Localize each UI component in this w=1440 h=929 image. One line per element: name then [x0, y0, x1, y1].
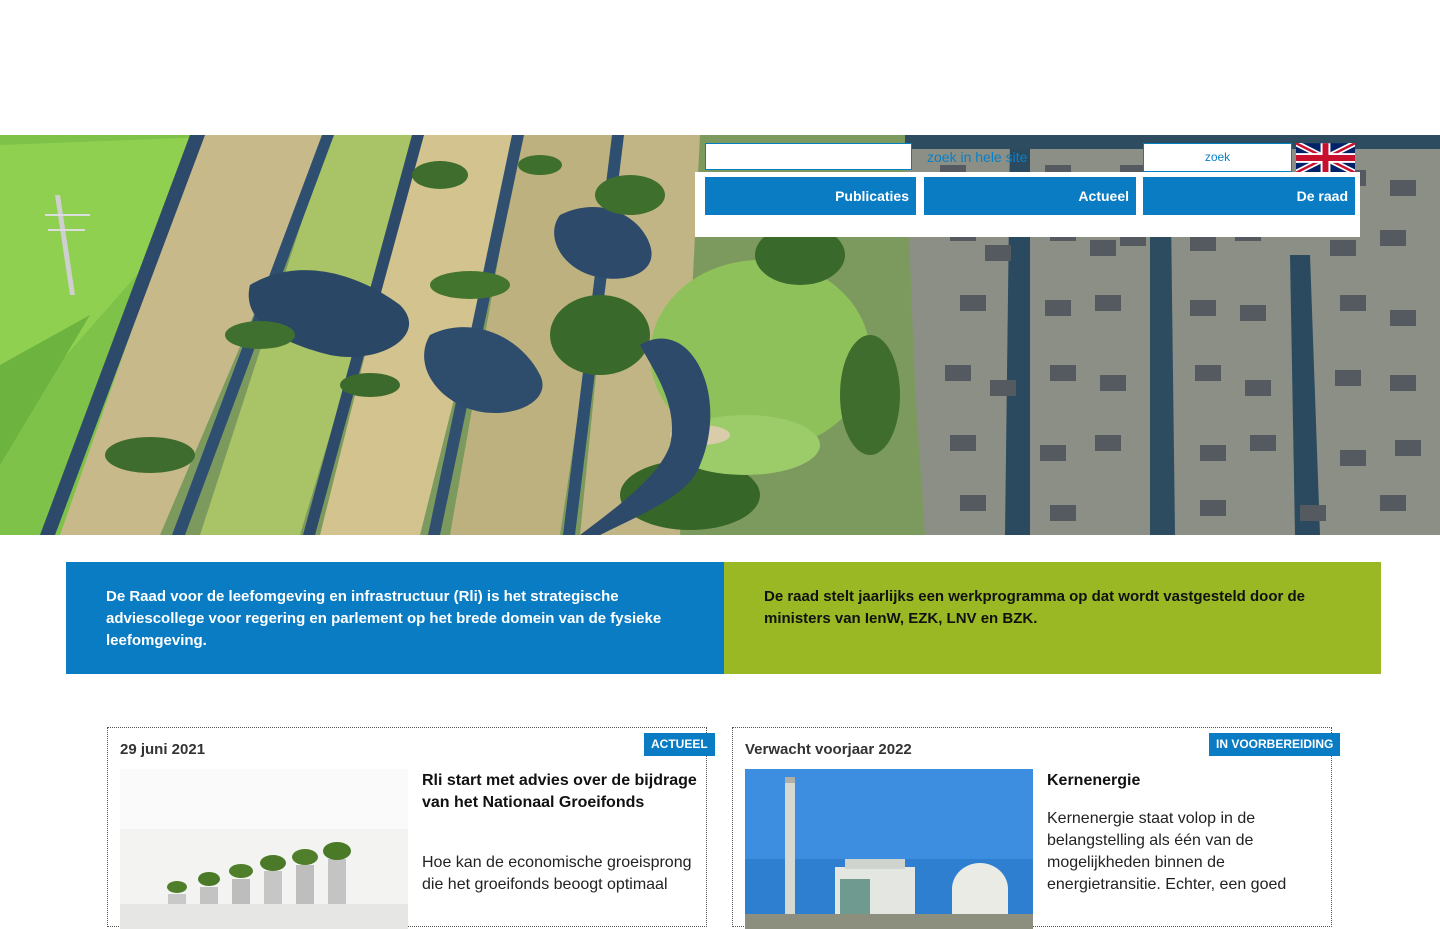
status-badge-actueel: ACTUEEL: [644, 733, 715, 756]
card-text: Hoe kan de economische groeisprong die h…: [422, 854, 692, 893]
card-image-coins: [120, 769, 408, 929]
intro-work-program-text: De raad stelt jaarlijks een werkprogramm…: [764, 588, 1305, 627]
card-text: Kernenergie staat volop in de belangstel…: [1047, 810, 1287, 893]
search-input[interactable]: [705, 143, 912, 170]
card-title[interactable]: Rli start met advies over de bijdrage va…: [422, 770, 697, 814]
intro-mission: De Raad voor de leefomgeving en infrastr…: [66, 562, 724, 674]
nav-item-publicaties[interactable]: Publicaties: [705, 177, 916, 215]
status-badge-in-voorbereiding: IN VOORBEREIDING: [1209, 733, 1341, 756]
intro-work-program: De raad stelt jaarlijks een werkprogramm…: [724, 562, 1381, 674]
card-date: 29 juni 2021: [120, 741, 206, 758]
card-image-power-plant: [745, 769, 1033, 929]
news-card-kernenergie[interactable]: Verwacht voorjaar 2022 Kernenergie Kerne…: [732, 727, 1332, 929]
nav-item-de-raad[interactable]: De raad: [1143, 177, 1355, 215]
news-card-groeifonds[interactable]: 29 juni 2021 Rli start met advies over d…: [107, 727, 707, 929]
card-date: Verwacht voorjaar 2022: [745, 741, 912, 758]
card-title[interactable]: Kernenergie: [1047, 770, 1322, 792]
search-button[interactable]: zoek: [1143, 143, 1292, 172]
nav-item-actueel[interactable]: Actueel: [924, 177, 1136, 215]
intro-mission-text: De Raad voor de leefomgeving en infrastr…: [106, 588, 662, 649]
flag-uk-icon[interactable]: [1294, 140, 1357, 176]
